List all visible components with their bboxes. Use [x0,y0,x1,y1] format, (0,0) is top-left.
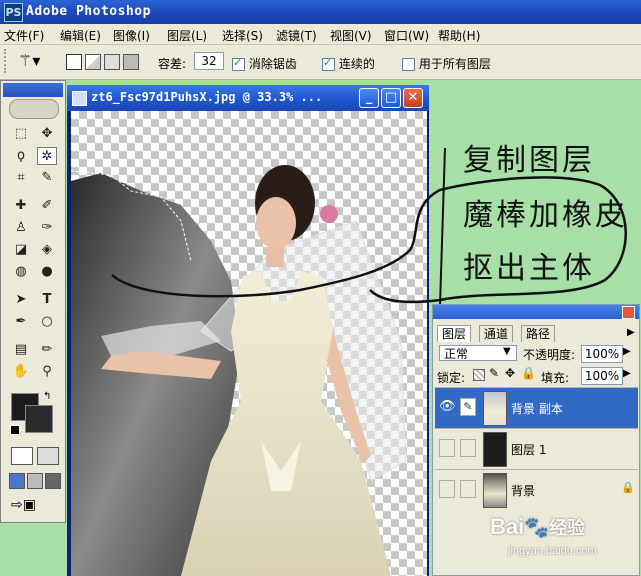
visibility-toggle[interactable] [439,439,455,457]
tab-layers[interactable]: 图层 [437,325,472,342]
annotation-line-1: 复制图层 [463,143,595,178]
fill-label: 填充: [541,371,570,385]
layers-palette-header[interactable] [433,305,639,319]
lock-position-icon[interactable]: ✥ [505,366,515,380]
baidu-watermark: Bai🐾经验 [490,514,585,540]
watermark-text: Bai [490,514,525,539]
layer-name: 背景 副本 [511,402,563,416]
lock-all-icon[interactable]: 🔒 [521,366,536,380]
blend-mode-chevron-down-icon[interactable]: ▼ [503,346,511,357]
layer-thumbnail [483,473,507,508]
palette-menu-icon[interactable]: ▶ [627,327,635,338]
watermark-brand: 经验 [549,518,586,538]
layer-row-layer-1[interactable]: 图层 1 [435,428,638,469]
lock-pixels-icon[interactable]: ✎ [489,366,499,380]
annotation-line-3: 抠出主体 [463,251,595,286]
tab-channels[interactable]: 通道 [479,325,514,342]
brush-link-icon[interactable] [460,439,476,457]
opacity-label: 不透明度: [523,348,576,362]
palette-close-icon[interactable] [622,306,635,319]
tab-paths[interactable]: 路径 [521,325,556,342]
fill-slider-arrow-icon[interactable]: ▶ [623,368,631,379]
layer-row-background[interactable]: 背景 🔒 [435,469,638,510]
layer-lock-icon: 🔒 [621,481,635,494]
layer-name: 图层 1 [511,443,547,457]
lock-label: 锁定: [437,371,466,385]
layer-row-background-copy[interactable]: 👁 ✎ 背景 副本 [435,387,638,428]
brush-link-icon[interactable] [460,480,476,498]
layer-thumbnail [483,391,507,426]
layer-name: 背景 [511,484,536,498]
annotation-line-2: 魔棒加橡皮 [463,198,628,233]
watermark-url: jingyan.baidu.com [508,545,597,557]
visibility-toggle[interactable] [439,480,455,498]
paw-icon: 🐾 [524,517,550,539]
layer-thumbnail [483,432,507,467]
brush-link-icon[interactable]: ✎ [460,398,476,416]
lock-transparency-icon[interactable] [473,369,485,381]
eye-icon[interactable]: 👁 [439,398,456,416]
opacity-slider-arrow-icon[interactable]: ▶ [623,346,631,357]
fill-input[interactable]: 100% [581,367,623,385]
opacity-input[interactable]: 100% [581,345,623,363]
